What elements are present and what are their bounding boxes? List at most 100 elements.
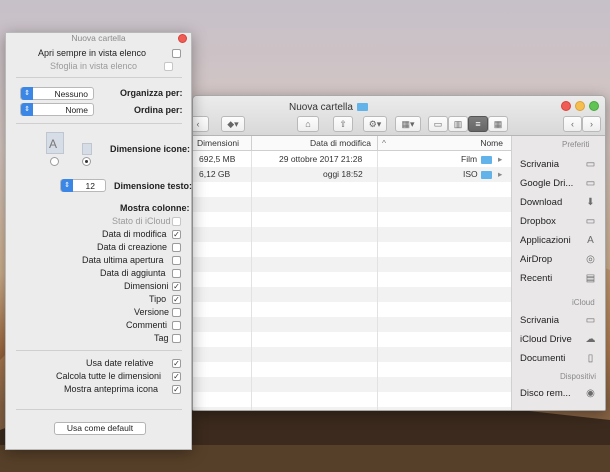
empty-row — [193, 257, 511, 272]
column-checkbox-kind[interactable]: ✓ — [172, 295, 181, 304]
arrange-button[interactable]: ▦▾ — [395, 116, 421, 132]
column-name[interactable]: ^ Nome — [377, 136, 511, 151]
column-checkbox-added[interactable] — [172, 269, 181, 278]
view-columns-button[interactable]: ▥ — [448, 116, 468, 132]
column-checkbox-size[interactable]: ✓ — [172, 282, 181, 291]
cloud-icon: ☁ — [585, 334, 596, 345]
show-columns-label: Mostra colonne: — [120, 203, 190, 213]
sort-chevron-icon: ^ — [382, 138, 386, 148]
finder-titlebar: Nuova cartella ‹ ◆▾ ⌂ ⇧ ⚙▾ ▦▾ ▭ ▥ ≡ ▦ ‹ … — [193, 96, 605, 136]
column-checkbox-created[interactable] — [172, 243, 181, 252]
panel-close-button[interactable] — [178, 34, 187, 43]
folder-icon — [481, 171, 492, 179]
text-size-select[interactable]: ⇕ 12 — [60, 179, 106, 192]
file-size: 6,12 GB — [199, 169, 231, 179]
share-icon: ⇧ — [339, 118, 347, 129]
view-cover-flow-button[interactable]: ▭ — [428, 116, 448, 132]
app-icon-large: A — [49, 137, 58, 151]
use-as-default-button[interactable]: Usa come default — [54, 422, 146, 435]
column-size[interactable]: Dimensioni — [193, 136, 251, 151]
column-option-label: Commenti — [126, 320, 168, 330]
sidebar-item-label: Scrivania — [520, 315, 560, 326]
column-name-label: Nome — [480, 138, 503, 148]
sidebar-header-devices: Dispositivi — [560, 372, 597, 381]
file-modified: oggi 18:52 — [323, 169, 363, 179]
icon-preview-checkbox[interactable]: ✓ — [172, 385, 181, 394]
sidebar-item-airdrop[interactable]: AirDrop ◎ — [512, 252, 605, 268]
zoom-button[interactable] — [589, 101, 599, 111]
always-open-list-label: Apri sempre in vista elenco — [38, 48, 147, 58]
tag-icon: ⌂ — [305, 119, 311, 129]
column-option-label: Versione — [134, 307, 170, 317]
always-open-list-checkbox[interactable] — [172, 49, 181, 58]
sort-select[interactable]: ⇕ Nome — [20, 103, 94, 116]
back-button[interactable]: ‹ — [563, 116, 582, 132]
select-arrows-icon: ⇕ — [21, 87, 33, 100]
sidebar-item-icloud-scrivania[interactable]: Scrivania ▭ — [512, 313, 605, 329]
calculate-sizes-checkbox[interactable]: ✓ — [172, 372, 181, 381]
empty-row — [193, 347, 511, 362]
icon-size-large-radio[interactable] — [50, 157, 59, 166]
icon-size-label: Dimensione icone: — [110, 144, 191, 154]
divider — [16, 350, 182, 351]
sidebar-item-scrivania[interactable]: Scrivania ▭ — [512, 157, 605, 173]
disclosure-triangle-icon[interactable]: ▸ — [498, 167, 502, 182]
view-list-button[interactable]: ≡ — [468, 116, 488, 132]
column-checkbox-tags[interactable] — [172, 334, 181, 343]
file-row[interactable]: 6,12 GB oggi 18:52 ISO ▸ — [193, 167, 511, 182]
column-divider — [251, 151, 252, 410]
column-checkbox-modified[interactable]: ✓ — [172, 230, 181, 239]
coverflow-icon: ▭ — [433, 118, 443, 129]
finder-window: Nuova cartella ‹ ◆▾ ⌂ ⇧ ⚙▾ ▦▾ ▭ ▥ ≡ ▦ ‹ … — [192, 95, 606, 411]
sidebar-item-icloud-drive[interactable]: iCloud Drive ☁ — [512, 332, 605, 348]
relative-dates-checkbox[interactable]: ✓ — [172, 359, 181, 368]
share-button[interactable]: ⇧ — [333, 116, 353, 132]
minimize-button[interactable] — [575, 101, 585, 111]
column-checkbox-version[interactable] — [172, 308, 181, 317]
sidebar-item-recenti[interactable]: Recenti ▤ — [512, 271, 605, 287]
sidebar-item-label: Google Dri... — [520, 178, 574, 189]
nav-back-button[interactable]: ‹ — [193, 116, 209, 132]
sidebar-header-favorites: Preferiti — [562, 140, 590, 149]
column-option-label: Data di creazione — [97, 242, 168, 252]
sidebar-item-documenti[interactable]: Documenti ▯ — [512, 351, 605, 367]
sidebar-item-label: Scrivania — [520, 159, 560, 170]
column-option-label: Data ultima apertura — [82, 255, 164, 265]
relative-dates-label: Usa date relative — [86, 358, 154, 368]
icon-size-small-radio[interactable] — [82, 157, 91, 166]
column-option-label: Data di aggiunta — [100, 268, 166, 278]
arrange-select[interactable]: ⇕ Nessuno — [20, 87, 94, 100]
file-row[interactable]: 692,5 MB 29 ottobre 2017 21:28 Film ▸ — [193, 152, 511, 167]
folder-outline-icon: ▭ — [585, 216, 596, 227]
column-checkbox-last-opened[interactable] — [172, 256, 181, 265]
sidebar-item-google-drive[interactable]: Google Dri... ▭ — [512, 176, 605, 192]
columns-icon: ▥ — [453, 118, 463, 129]
folder-icon — [481, 156, 492, 164]
sidebar-item-remote-disc[interactable]: Disco rem... ◉ — [512, 386, 605, 402]
empty-row — [193, 197, 511, 212]
dropbox-icon: ◆▾ — [227, 118, 239, 129]
dropbox-button[interactable]: ◆▾ — [221, 116, 245, 132]
disclosure-triangle-icon[interactable]: ▸ — [498, 152, 502, 167]
sidebar-item-label: Applicazioni — [520, 235, 571, 246]
file-modified: 29 ottobre 2017 21:28 — [279, 154, 363, 164]
list-icon: ≡ — [475, 119, 481, 129]
empty-row — [193, 227, 511, 242]
disc-icon: ◉ — [586, 388, 595, 399]
browse-list-checkbox[interactable] — [164, 62, 173, 71]
column-option-label: Dimensioni — [124, 281, 169, 291]
column-checkbox-icloud[interactable] — [172, 217, 181, 226]
column-modified[interactable]: Data di modifica — [251, 136, 377, 151]
file-name: Film — [461, 154, 478, 164]
forward-button[interactable]: › — [582, 116, 601, 132]
sidebar-item-dropbox[interactable]: Dropbox ▭ — [512, 214, 605, 230]
column-checkbox-comments[interactable] — [172, 321, 181, 330]
tag-button[interactable]: ⌂ — [297, 116, 319, 132]
sidebar-item-applicazioni[interactable]: Applicazioni A — [512, 233, 605, 249]
applications-icon: A — [587, 235, 594, 246]
view-icons-button[interactable]: ▦ — [488, 116, 508, 132]
sidebar-item-label: Disco rem... — [520, 388, 571, 399]
action-button[interactable]: ⚙▾ — [363, 116, 387, 132]
sidebar-item-download[interactable]: Download ⬇ — [512, 195, 605, 211]
close-button[interactable] — [561, 101, 571, 111]
